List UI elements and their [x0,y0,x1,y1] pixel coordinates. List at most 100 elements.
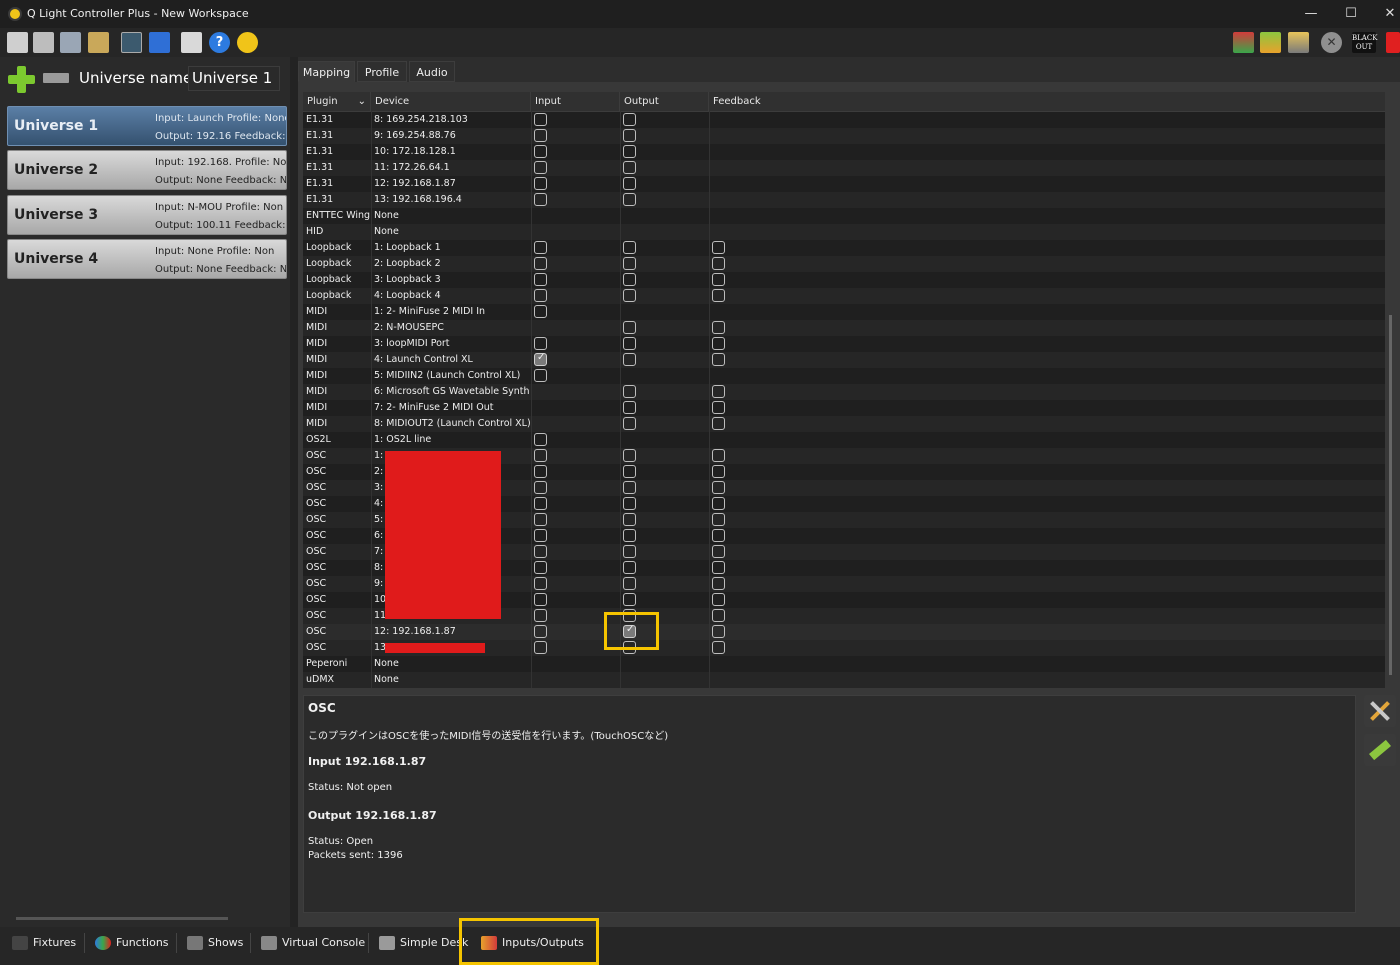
panel-splitter[interactable] [290,57,298,927]
feedback-checkbox[interactable] [712,353,725,366]
input-checkbox[interactable] [534,609,547,622]
output-checkbox[interactable] [623,177,636,190]
feedback-checkbox[interactable] [712,641,725,654]
output-checkbox[interactable] [623,529,636,542]
input-checkbox[interactable] [534,625,547,638]
close-window-button[interactable]: ✕ [1379,4,1400,24]
monitor-icon[interactable] [121,32,142,53]
output-checkbox[interactable] [623,577,636,590]
universe-name-input[interactable]: Universe 1 [188,66,280,91]
table-row[interactable]: MIDI 8: MIDIOUT2 (Launch Control XL) [303,416,1385,432]
output-checkbox[interactable] [623,353,636,366]
table-row[interactable]: E1.31 8: 169.254.218.103 [303,112,1385,128]
table-row[interactable]: MIDI 6: Microsoft GS Wavetable Synth [303,384,1385,400]
output-checkbox[interactable] [623,497,636,510]
output-checkbox[interactable] [623,449,636,462]
table-row[interactable]: MIDI 5: MIDIIN2 (Launch Control XL) [303,368,1385,384]
input-checkbox[interactable] [534,337,547,350]
tab-audio[interactable]: Audio [409,61,455,82]
output-checkbox[interactable] [623,289,636,302]
input-checkbox[interactable] [534,545,547,558]
output-checkbox[interactable] [623,145,636,158]
edit-profile-icon[interactable] [1364,734,1396,766]
input-checkbox[interactable] [534,577,547,590]
open-workspace-icon[interactable] [33,32,54,53]
universe-item-4[interactable]: Universe 4 Input: None Profile: Non Outp… [7,239,287,279]
feedback-checkbox[interactable] [712,577,725,590]
table-row[interactable]: Loopback 4: Loopback 4 [303,288,1385,304]
input-checkbox[interactable] [534,529,547,542]
feedback-checkbox[interactable] [712,385,725,398]
output-checkbox[interactable] [623,113,636,126]
input-checkbox[interactable] [534,561,547,574]
feedback-checkbox[interactable] [712,593,725,606]
add-universe-button[interactable] [8,66,35,93]
header-output[interactable]: Output [620,92,709,111]
feedback-checkbox[interactable] [712,561,725,574]
feedback-checkbox[interactable] [712,417,725,430]
input-checkbox[interactable] [534,273,547,286]
table-row[interactable]: OSC 12: 192.168.1.87 [303,624,1385,640]
universe-item-2[interactable]: Universe 2 Input: 192.168. Profile: Non … [7,150,287,190]
tab-fixtures[interactable]: Fixtures [12,931,76,955]
output-checkbox[interactable] [623,337,636,350]
input-checkbox[interactable] [534,641,547,654]
input-checkbox[interactable] [534,593,547,606]
table-row[interactable]: E1.31 9: 169.254.88.76 [303,128,1385,144]
output-checkbox[interactable] [623,321,636,334]
table-row[interactable]: MIDI 2: N-MOUSEPC [303,320,1385,336]
tab-profile[interactable]: Profile [357,61,407,82]
universe-item-3[interactable]: Universe 3 Input: N-MOU Profile: Non Out… [7,195,287,235]
fader-icon[interactable] [1288,32,1309,53]
table-row[interactable]: HID None [303,224,1385,240]
tab-simple-desk[interactable]: Simple Desk [379,931,468,955]
output-checkbox[interactable] [623,561,636,574]
table-row[interactable]: E1.31 10: 172.18.128.1 [303,144,1385,160]
output-checkbox[interactable] [623,161,636,174]
output-checkbox[interactable] [623,593,636,606]
header-device[interactable]: Device [371,92,531,111]
maximize-button[interactable]: ☐ [1340,4,1362,24]
universe-list-scrollbar[interactable] [16,917,228,920]
feedback-checkbox[interactable] [712,609,725,622]
input-checkbox[interactable] [534,113,547,126]
table-scrollbar[interactable] [1389,315,1392,675]
feedback-checkbox[interactable] [712,513,725,526]
minimize-button[interactable]: — [1300,4,1322,24]
table-row[interactable]: Peperoni None [303,656,1385,672]
table-row[interactable]: OS2L 1: OS2L line [303,432,1385,448]
tab-functions[interactable]: Functions [95,931,169,955]
remove-universe-button[interactable] [43,73,69,83]
input-checkbox[interactable] [534,305,547,318]
save-as-icon[interactable] [88,32,109,53]
design-mode-icon[interactable] [1260,32,1281,53]
feedback-checkbox[interactable] [712,545,725,558]
operate-mode-icon[interactable] [1386,32,1400,53]
header-plugin[interactable]: Plugin ⌄ [303,92,371,111]
tab-virtual-console[interactable]: Virtual Console [261,931,365,955]
feedback-checkbox[interactable] [712,321,725,334]
table-row[interactable]: MIDI 7: 2- MiniFuse 2 MIDI Out [303,400,1385,416]
output-checkbox[interactable] [623,545,636,558]
input-checkbox[interactable] [534,465,547,478]
input-checkbox[interactable] [534,145,547,158]
configure-plugin-icon[interactable] [1364,695,1396,727]
feedback-checkbox[interactable] [712,273,725,286]
feedback-checkbox[interactable] [712,497,725,510]
table-row[interactable]: ENTTEC Wing None [303,208,1385,224]
input-checkbox[interactable] [534,257,547,270]
universe-item-1[interactable]: Universe 1 Input: Launch Profile: None O… [7,106,287,146]
input-checkbox[interactable] [534,352,547,366]
output-checkbox[interactable] [623,241,636,254]
table-row[interactable]: E1.31 13: 192.168.196.4 [303,192,1385,208]
input-checkbox[interactable] [534,241,547,254]
table-row[interactable]: E1.31 11: 172.26.64.1 [303,160,1385,176]
fullscreen-icon[interactable] [181,32,202,53]
output-checkbox[interactable] [623,257,636,270]
address-tool-icon[interactable] [149,32,170,53]
output-checkbox[interactable] [623,193,636,206]
about-icon[interactable] [237,32,258,53]
output-checkbox[interactable] [623,401,636,414]
input-checkbox[interactable] [534,289,547,302]
input-checkbox[interactable] [534,177,547,190]
